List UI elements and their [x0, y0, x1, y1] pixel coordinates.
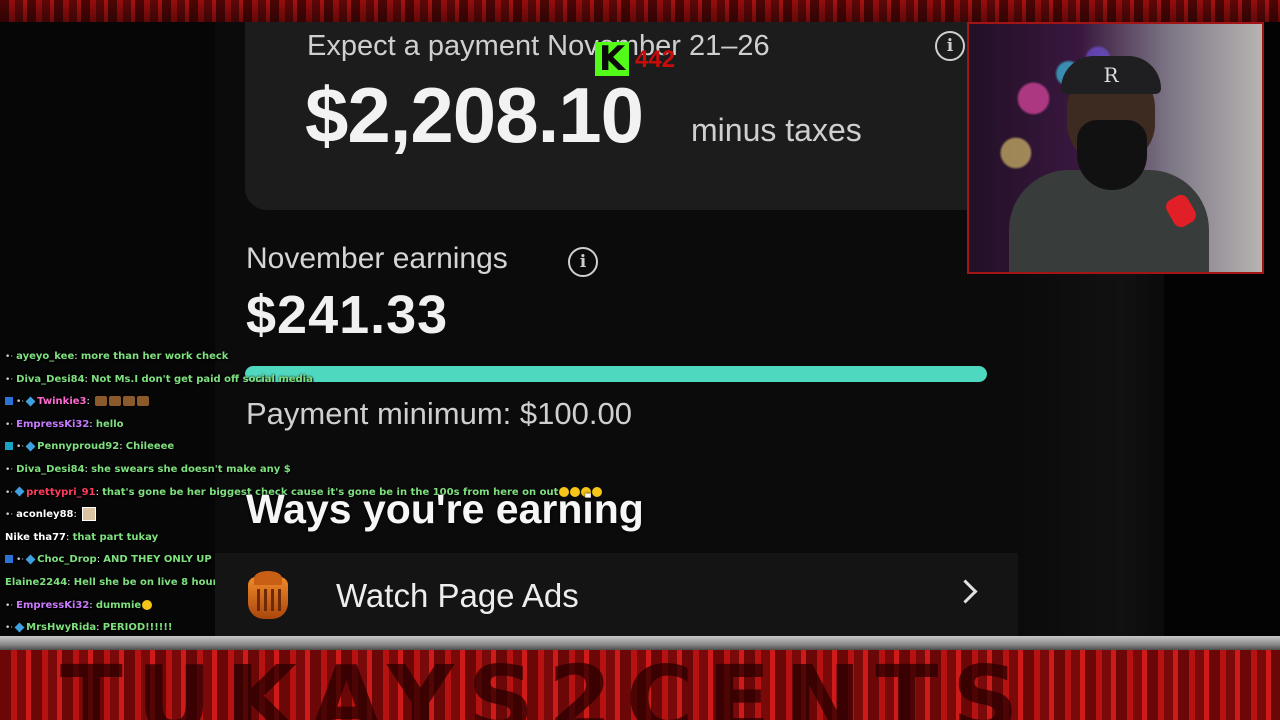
- chevron-right-icon: [953, 579, 978, 604]
- streamer-cap: R: [1061, 56, 1161, 94]
- bottom-banner: TUKAYS2CENTS: [0, 636, 1280, 720]
- earnings-label: November earnings: [246, 242, 508, 275]
- watch-page-ads-label: Watch Page Ads: [336, 577, 579, 614]
- top-banner: [0, 0, 1280, 22]
- watch-page-ads-row[interactable]: Watch Page Ads: [215, 553, 1018, 636]
- chat-username[interactable]: Twinkie3: [37, 396, 86, 407]
- chat-separator: :: [86, 396, 94, 408]
- mod-badge-icon: [5, 397, 13, 406]
- mic-badge-icon: •·: [5, 419, 14, 430]
- chat-text: Not Ms.I don't get paid off social media: [91, 373, 313, 385]
- chat-text: she swears she doesn't make any $: [91, 463, 291, 475]
- mic-badge-icon: •·: [5, 600, 14, 611]
- payment-amount: $2,208.10: [305, 71, 644, 159]
- chat-text: PERIOD!!!!!!: [102, 622, 173, 634]
- chat-text: that part tukay: [72, 531, 159, 543]
- chat-text: hello: [95, 418, 124, 430]
- chat-username[interactable]: ayeyo_kee: [16, 351, 74, 362]
- streamer-beard: [1077, 120, 1147, 190]
- banner-brand-text: TUKAYS2CENTS: [60, 646, 1033, 720]
- viewer-count: 442: [635, 46, 676, 73]
- chat-message: •· Twinkie3:: [0, 391, 520, 414]
- earnings-info-icon[interactable]: i: [568, 247, 598, 277]
- chat-text: Chileeee: [125, 441, 175, 453]
- chat-username[interactable]: Elaine2244: [5, 577, 67, 588]
- mic-badge-icon: •·: [16, 442, 25, 453]
- expected-payment-label: Expect a payment November 21–26: [307, 30, 770, 62]
- mic-badge-icon: •·: [5, 374, 14, 385]
- chat-username[interactable]: EmpressKi32: [16, 419, 89, 430]
- chat-username[interactable]: prettypri_91: [26, 487, 95, 498]
- popcorn-icon: [248, 571, 288, 619]
- vip-badge-icon: [5, 442, 13, 451]
- chat-username[interactable]: MrsHwyRida: [26, 622, 96, 633]
- chat-username[interactable]: EmpressKi32: [16, 600, 89, 611]
- chat-emote-icon: [123, 396, 136, 407]
- chat-emote-icon: [95, 396, 108, 407]
- payment-amount-suffix: minus taxes: [691, 112, 862, 148]
- chat-username[interactable]: aconley88: [16, 509, 73, 520]
- kick-logo-icon: K: [595, 42, 629, 76]
- chat-text: more than her work check: [80, 351, 229, 362]
- sub-badge-icon: [25, 396, 36, 407]
- chat-separator: :: [73, 509, 81, 521]
- expected-payment-text: Expect a payment November 21–26 i: [307, 30, 965, 62]
- mod-badge-icon: [5, 555, 13, 564]
- mic-badge-icon: •·: [5, 487, 14, 498]
- chat-message: •· EmpressKi32: hello: [0, 414, 520, 437]
- earnings-amount: $241.33: [246, 285, 449, 345]
- sub-badge-icon: [14, 622, 25, 633]
- sub-badge-icon: [14, 486, 25, 497]
- mic-badge-icon: •·: [5, 352, 14, 362]
- chat-text: dummie: [95, 599, 142, 611]
- mic-badge-icon: •·: [5, 623, 14, 634]
- chat-message: •· Diva_Desi84: Not Ms.I don't get paid o…: [0, 369, 520, 392]
- mic-badge-icon: •·: [5, 510, 14, 521]
- mic-badge-icon: •·: [5, 464, 14, 475]
- chat-message: •· Pennyproud92: Chileeee: [0, 436, 520, 459]
- chat-username[interactable]: Pennyproud92: [37, 441, 119, 452]
- webcam-frame: R: [967, 22, 1264, 274]
- mic-badge-icon: •·: [16, 397, 25, 408]
- ways-earning-title: Ways you're earning: [246, 486, 644, 532]
- chat-emote-icon: [137, 396, 150, 407]
- sub-badge-icon: [25, 441, 36, 452]
- chat-message: •· Diva_Desi84: she swears she doesn't ma…: [0, 459, 520, 482]
- chat-emote-icon: [109, 396, 122, 407]
- chat-username[interactable]: Diva_Desi84: [16, 374, 84, 385]
- chat-username[interactable]: Choc_Drop: [37, 554, 97, 565]
- sub-badge-icon: [25, 554, 36, 565]
- avatar-emote-icon: [82, 507, 97, 522]
- chat-username[interactable]: Nike tha77: [5, 532, 66, 543]
- info-icon[interactable]: i: [935, 31, 965, 61]
- chat-username[interactable]: Diva_Desi84: [16, 464, 84, 475]
- laughing-emoji-icon: [142, 599, 153, 610]
- mic-badge-icon: •·: [16, 555, 25, 566]
- chat-message: •· ayeyo_kee: more than her work check: [0, 346, 520, 369]
